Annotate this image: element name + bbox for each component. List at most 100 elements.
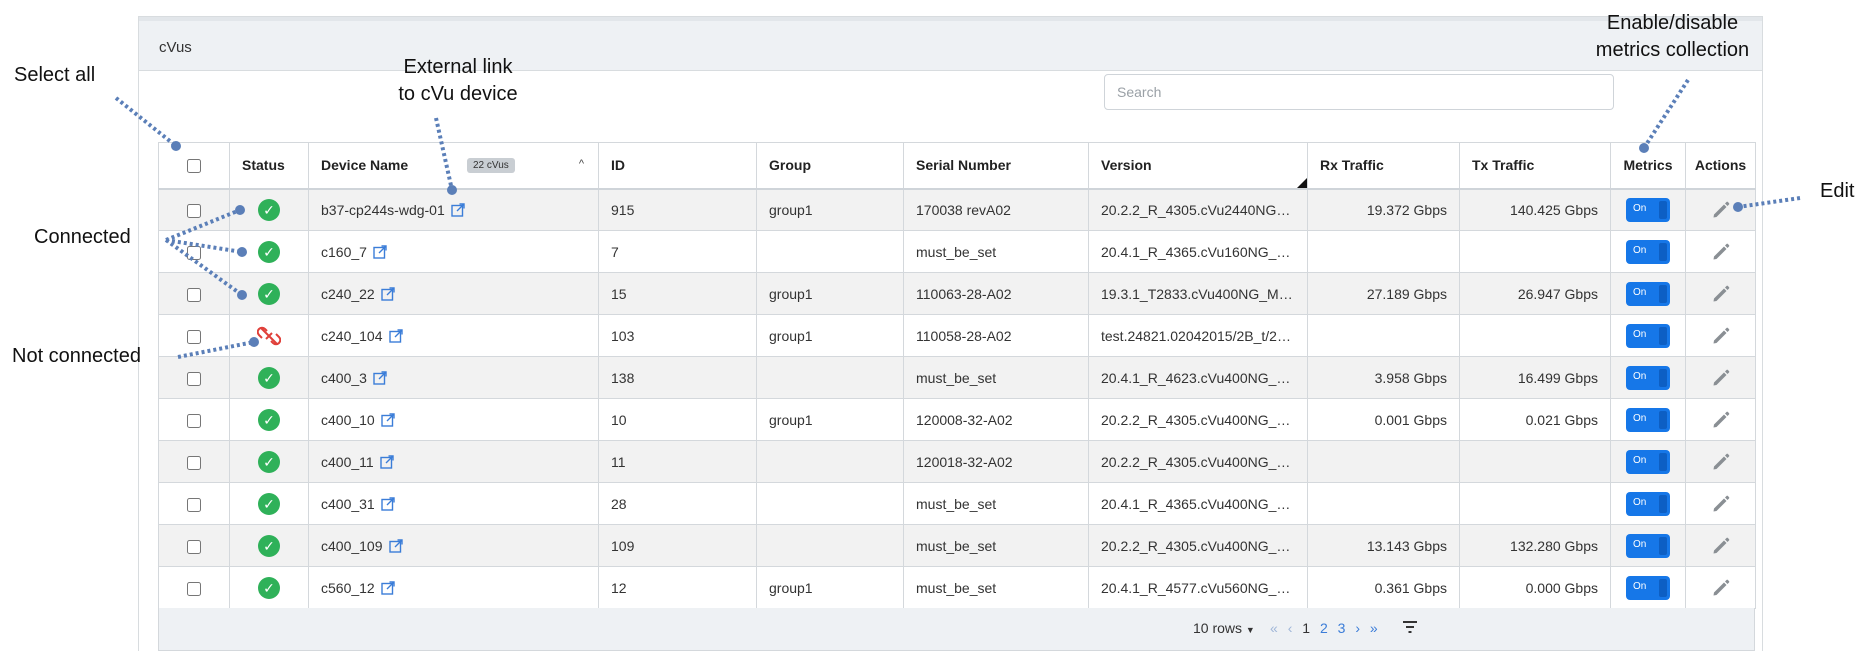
- group-cell: [756, 356, 904, 399]
- column-id[interactable]: ID: [598, 142, 757, 190]
- page-3-button[interactable]: 3: [1338, 620, 1346, 636]
- rx-traffic-cell: 0.001 Gbps: [1307, 398, 1460, 441]
- group-cell: group1: [756, 398, 904, 441]
- page-1-button[interactable]: 1: [1302, 620, 1310, 636]
- pencil-icon[interactable]: [1711, 368, 1731, 388]
- version-cell: 20.2.2_R_4305.cVu2440NG_MAS...: [1088, 188, 1308, 231]
- external-link-icon[interactable]: [381, 580, 395, 595]
- metrics-toggle[interactable]: On: [1626, 365, 1670, 390]
- pencil-icon[interactable]: [1711, 494, 1731, 514]
- tx-traffic-cell: [1459, 482, 1611, 525]
- external-link-icon[interactable]: [381, 496, 395, 511]
- metrics-toggle[interactable]: On: [1626, 491, 1670, 516]
- external-link-icon[interactable]: [388, 538, 403, 553]
- rows-per-page-value: 10 rows: [1193, 620, 1243, 636]
- pencil-icon[interactable]: [1711, 200, 1731, 220]
- page-2-button[interactable]: 2: [1320, 620, 1328, 636]
- select-all-cell: [158, 142, 230, 190]
- status-cell: ✓: [229, 272, 309, 315]
- metrics-toggle[interactable]: On: [1626, 281, 1670, 306]
- metrics-toggle[interactable]: On: [1626, 239, 1670, 264]
- row-checkbox[interactable]: [187, 581, 201, 596]
- device-name: c400_31: [321, 495, 375, 512]
- serial-number-cell: 120008-32-A02: [903, 398, 1089, 441]
- row-checkbox[interactable]: [187, 329, 201, 344]
- panel-title: cVus: [159, 39, 192, 56]
- toggle-knob: [1659, 494, 1667, 513]
- sort-ascending-icon[interactable]: ^: [579, 158, 584, 170]
- external-link-icon[interactable]: [373, 244, 387, 259]
- status-cell: [229, 314, 309, 357]
- toggle-knob: [1659, 200, 1667, 219]
- check-circle-icon: ✓: [258, 534, 280, 557]
- device-name-cell: c400_31: [308, 482, 599, 525]
- device-name-cell: c400_11: [308, 440, 599, 483]
- row-select-cell: [158, 314, 230, 357]
- check-circle-icon: ✓: [258, 240, 280, 263]
- metrics-toggle[interactable]: On: [1626, 323, 1670, 348]
- external-link-icon[interactable]: [379, 454, 394, 469]
- pencil-icon[interactable]: [1711, 578, 1731, 598]
- resize-handle-icon[interactable]: [1297, 177, 1307, 187]
- first-page-button[interactable]: «: [1270, 620, 1278, 636]
- callout-select-all: Select all: [14, 64, 96, 86]
- row-checkbox[interactable]: [187, 371, 201, 386]
- column-rx-traffic[interactable]: Rx Traffic: [1307, 142, 1460, 190]
- pencil-icon[interactable]: [1711, 536, 1731, 556]
- actions-cell: [1685, 230, 1756, 273]
- external-link-icon[interactable]: [388, 328, 403, 343]
- external-link-icon[interactable]: [381, 412, 395, 427]
- row-checkbox[interactable]: [187, 287, 201, 302]
- serial-number-cell: must_be_set: [903, 566, 1089, 609]
- device-name-cell: c400_3: [308, 356, 599, 399]
- device-name-cell: c240_104: [308, 314, 599, 357]
- pencil-icon[interactable]: [1711, 452, 1731, 472]
- column-status[interactable]: Status: [229, 142, 309, 190]
- table-row: ✓ c400_109 109 must_be_set 20.2.2_R_4305.cVu…: [158, 524, 1756, 567]
- row-checkbox[interactable]: [187, 413, 201, 428]
- actions-cell: [1685, 398, 1756, 441]
- version-cell: 20.4.1_R_4365.cVu400NG_MAS...: [1088, 482, 1308, 525]
- metrics-toggle[interactable]: On: [1626, 197, 1670, 222]
- metrics-toggle[interactable]: On: [1626, 533, 1670, 558]
- metrics-toggle-label: On: [1633, 454, 1647, 466]
- actions-cell: [1685, 188, 1756, 231]
- external-link-icon[interactable]: [373, 370, 387, 385]
- prev-page-button[interactable]: ‹: [1288, 620, 1293, 636]
- tx-traffic-cell: 16.499 Gbps: [1459, 356, 1611, 399]
- pencil-icon[interactable]: [1711, 284, 1731, 304]
- pagination: « ‹ 1 2 3 › »: [1270, 620, 1384, 636]
- metrics-toggle[interactable]: On: [1626, 575, 1670, 600]
- search-input[interactable]: [1104, 74, 1614, 110]
- column-device-name[interactable]: Device Name 22 cVus ^: [308, 142, 599, 190]
- pencil-icon[interactable]: [1711, 326, 1731, 346]
- column-group[interactable]: Group: [756, 142, 904, 190]
- column-version[interactable]: Version: [1088, 142, 1308, 190]
- column-serial-number[interactable]: Serial Number: [903, 142, 1089, 190]
- metrics-toggle[interactable]: On: [1626, 407, 1670, 432]
- select-all-checkbox[interactable]: [187, 159, 201, 174]
- metrics-toggle[interactable]: On: [1626, 449, 1670, 474]
- tx-traffic-cell: [1459, 440, 1611, 483]
- rows-per-page-select[interactable]: 10 rows ▼: [1193, 620, 1255, 636]
- external-link-icon[interactable]: [451, 203, 465, 217]
- row-checkbox[interactable]: [187, 455, 201, 470]
- row-checkbox[interactable]: [187, 497, 201, 512]
- row-select-cell: [158, 524, 230, 567]
- pencil-icon[interactable]: [1711, 410, 1731, 430]
- check-circle-icon: ✓: [258, 366, 280, 389]
- next-page-button[interactable]: ›: [1355, 620, 1360, 636]
- metrics-toggle-label: On: [1633, 412, 1647, 424]
- version-cell: 19.3.1_T2833.cVu400NG_MAST...: [1088, 272, 1308, 315]
- pencil-icon[interactable]: [1711, 242, 1731, 262]
- external-link-icon[interactable]: [381, 286, 395, 301]
- filter-icon[interactable]: [1403, 621, 1417, 633]
- column-tx-traffic[interactable]: Tx Traffic: [1459, 142, 1611, 190]
- device-name-cell: c560_12: [308, 566, 599, 609]
- last-page-button[interactable]: »: [1370, 620, 1378, 636]
- column-metrics[interactable]: Metrics: [1610, 142, 1686, 190]
- group-cell: group1: [756, 314, 904, 357]
- row-checkbox[interactable]: [187, 245, 201, 260]
- row-checkbox[interactable]: [187, 539, 201, 554]
- row-checkbox[interactable]: [187, 203, 201, 218]
